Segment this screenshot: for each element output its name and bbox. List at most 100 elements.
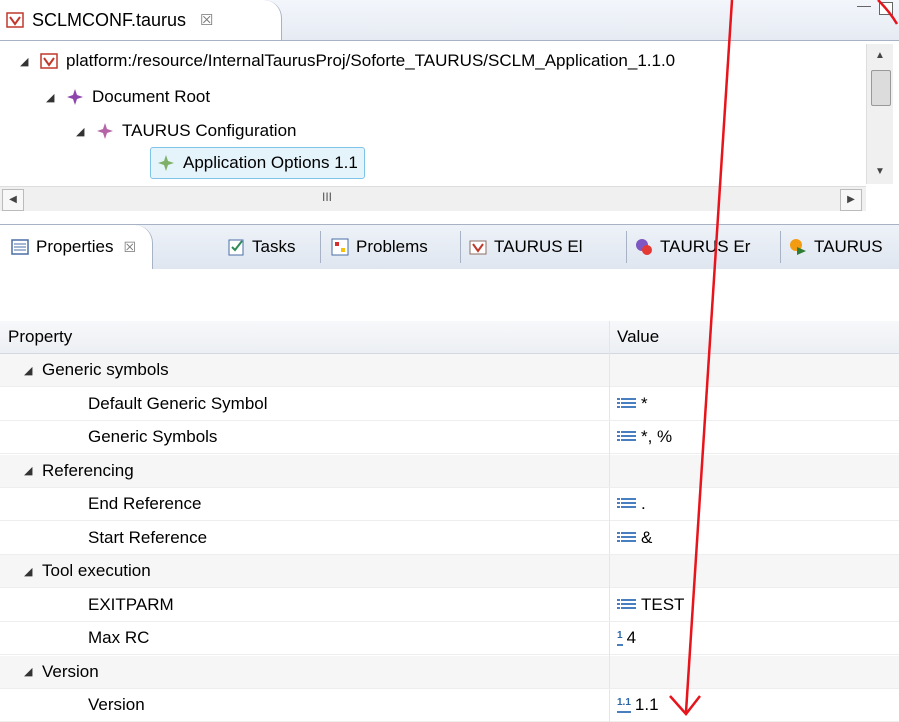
table-header: Property Value <box>0 320 899 354</box>
close-icon[interactable]: ☒ <box>123 239 136 256</box>
property-name-cell: EXITPARM <box>0 588 610 621</box>
scroll-right-icon[interactable]: ▶ <box>840 189 862 211</box>
decimal-icon: 1.1 <box>617 697 631 713</box>
editor-tab-bar: SCLMCONF.taurus ☒ <box>0 0 899 41</box>
scroll-thumb[interactable] <box>871 70 891 106</box>
expand-arrow-icon[interactable]: ◢ <box>24 464 42 477</box>
text-list-icon <box>617 430 637 444</box>
property-name: Version <box>88 695 145 714</box>
expand-arrow-icon[interactable]: ◢ <box>46 91 66 104</box>
tree-node-platform-resource[interactable]: ◢ platform:/resource/InternalTaurusProj/… <box>20 46 675 76</box>
property-value-cell[interactable]: TEST <box>617 588 684 621</box>
tab-label: TAURUS El <box>494 237 583 256</box>
property-row[interactable]: Default Generic Symbol * <box>0 387 899 421</box>
tasks-icon <box>228 239 244 256</box>
text-list-icon <box>617 598 637 612</box>
property-value-cell[interactable]: . <box>617 488 646 521</box>
column-header-value[interactable]: Value <box>617 321 659 354</box>
property-name: Start Reference <box>88 527 208 547</box>
property-name-cell: Max RC <box>0 621 610 655</box>
scroll-down-icon[interactable]: ▼ <box>867 162 893 182</box>
property-value: * <box>641 393 648 413</box>
property-category-row[interactable]: ◢ Tool execution <box>0 554 899 588</box>
scroll-grip[interactable]: III <box>322 190 332 204</box>
taurus-error-icon <box>636 239 652 255</box>
tab-tasks[interactable]: Tasks <box>226 225 295 269</box>
property-name-cell: Default Generic Symbol <box>0 387 610 420</box>
tree-node-taurus-configuration[interactable]: ◢ TAURUS Configuration <box>76 116 296 146</box>
property-name: Max RC <box>88 628 150 647</box>
tab-taurus-er[interactable]: TAURUS Er <box>634 225 750 269</box>
property-category-row[interactable]: ◢ Referencing <box>0 454 899 488</box>
taurus-file-icon <box>6 12 24 28</box>
vertical-scrollbar[interactable]: ▲ ▼ <box>866 44 893 184</box>
editor-pane: SCLMCONF.taurus ☒ ◢ platform:/resource/I… <box>0 0 899 214</box>
scroll-left-icon[interactable]: ◀ <box>2 189 24 211</box>
tab-problems[interactable]: Problems <box>330 225 428 269</box>
tree-node-label: platform:/resource/InternalTaurusProj/So… <box>66 51 676 70</box>
expand-arrow-icon[interactable]: ◢ <box>20 55 40 68</box>
tree-node-document-root[interactable]: ◢ Document Root <box>46 82 210 112</box>
expand-arrow-icon[interactable]: ◢ <box>24 364 42 377</box>
tab-properties[interactable]: Properties ☒ <box>0 225 154 269</box>
property-row[interactable]: Max RC 1 4 <box>0 621 899 655</box>
problems-icon <box>331 238 349 256</box>
tab-label: Problems <box>356 237 428 256</box>
column-header-property[interactable]: Property <box>0 320 610 354</box>
maximize-icon[interactable] <box>879 2 893 15</box>
close-icon[interactable]: ☒ <box>200 11 213 29</box>
text-list-icon <box>617 497 637 511</box>
property-value-cell[interactable]: & <box>617 521 652 554</box>
property-value-cell[interactable]: * <box>617 387 648 420</box>
property-category-row[interactable]: ◢ Generic symbols <box>0 353 899 387</box>
editor-tab-sclmconf[interactable]: SCLMCONF.taurus ☒ <box>0 0 282 40</box>
property-name: Tool execution <box>42 561 151 580</box>
scroll-up-icon[interactable]: ▲ <box>867 46 893 66</box>
text-list-icon <box>617 397 637 411</box>
property-row[interactable]: EXITPARM TEST <box>0 588 899 622</box>
properties-toolbar <box>0 269 899 321</box>
property-name: Generic symbols <box>42 360 169 379</box>
tab-label: TAURUS <box>814 237 883 256</box>
editor-tab-label: SCLMCONF.taurus <box>32 9 187 30</box>
property-value-cell[interactable]: 14 <box>617 622 636 655</box>
property-name-cell: ◢ Version <box>0 655 610 688</box>
expand-arrow-icon[interactable]: ◢ <box>24 665 42 678</box>
property-row[interactable]: Generic Symbols *, % <box>0 420 899 454</box>
property-name-cell: ◢ Tool execution <box>0 554 610 588</box>
expand-arrow-icon[interactable]: ◢ <box>76 125 96 138</box>
property-row[interactable]: End Reference. <box>0 487 899 521</box>
tab-label: Tasks <box>252 237 296 256</box>
tree-node-application-options[interactable]: Application Options 1.1 <box>150 147 365 179</box>
property-name: Referencing <box>42 460 134 480</box>
property-row[interactable]: Start Reference & <box>0 521 899 555</box>
text-list-icon <box>617 531 637 545</box>
tab-divider <box>320 231 321 263</box>
tree-node-label: Document Root <box>92 87 211 106</box>
property-name: End Reference <box>88 494 202 513</box>
property-row[interactable]: Version 1.1 1.1 <box>0 688 899 722</box>
property-name-cell: Generic Symbols <box>0 420 610 454</box>
tab-divider <box>626 231 627 263</box>
expand-arrow-icon[interactable]: ◢ <box>24 565 42 578</box>
property-name: EXITPARM <box>88 594 174 614</box>
views-tab-bar: Properties ☒ Tasks Problems TAURUS El TA… <box>0 224 899 270</box>
minimize-icon[interactable] <box>857 6 871 11</box>
element-diamond-icon <box>97 123 113 139</box>
property-value: 1.1 <box>634 695 659 714</box>
properties-icon <box>11 239 29 255</box>
property-value-cell[interactable]: 1.1 1.1 <box>617 689 659 722</box>
tab-taurus[interactable]: TAURUS <box>788 225 883 269</box>
integer-icon: 1 <box>617 630 623 646</box>
property-category-row[interactable]: ◢ Version <box>0 655 899 689</box>
property-value: TEST <box>641 594 685 614</box>
tab-label: TAURUS Er <box>660 237 751 256</box>
tab-taurus-el[interactable]: TAURUS El <box>468 225 582 269</box>
tab-label: Properties <box>36 237 114 256</box>
window-controls <box>857 2 893 15</box>
horizontal-scrollbar[interactable]: ◀ III ▶ <box>0 186 866 211</box>
taurus-file-icon <box>40 53 58 69</box>
property-name-cell: End Reference <box>0 487 610 521</box>
taurus-run-icon <box>790 239 806 255</box>
property-value-cell[interactable]: *, % <box>617 421 672 454</box>
